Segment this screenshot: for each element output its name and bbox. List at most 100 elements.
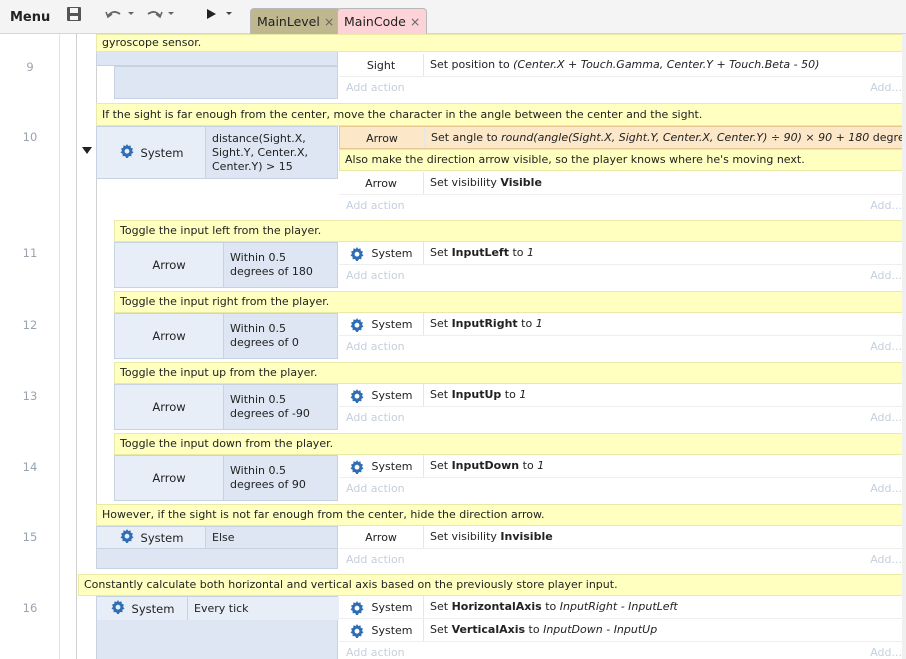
add-action-row[interactable]: Add action Add... [339, 407, 906, 430]
tab-mainlevel[interactable]: MainLevel × [250, 8, 342, 34]
add-action-row[interactable]: Add action Add... [339, 336, 906, 359]
gear-icon [350, 623, 364, 638]
condition-text: Within 0.5 degrees of -90 [230, 393, 310, 420]
add-more-button[interactable]: Add... [870, 478, 902, 500]
action-row[interactable]: System Set InputLeft to 1 [339, 242, 906, 265]
action-text: Set visibility Visible [430, 176, 542, 189]
line-number: 12 [22, 318, 38, 332]
action-row[interactable]: System Set InputDown to 1 [339, 455, 906, 478]
add-more-button[interactable]: Add... [870, 549, 902, 571]
gear-icon [110, 599, 126, 618]
collapse-caret-icon[interactable] [82, 147, 92, 154]
action-row[interactable]: Sight Set position to (Center.X + Touch.… [339, 54, 906, 77]
add-action-button[interactable]: Add action [346, 478, 405, 500]
action-object: System [339, 619, 424, 641]
action-row[interactable]: Arrow Set visibility Visible [339, 172, 906, 195]
add-more-button[interactable]: Add... [870, 195, 902, 217]
condition-text: distance(Sight.X, Sight.Y, Center.X, Cen… [212, 131, 309, 173]
action-row[interactable]: System Set VerticalAxis to InputDown - I… [339, 619, 906, 642]
action-object: System [339, 596, 424, 618]
line-number: 13 [22, 389, 38, 403]
condition-block [114, 66, 338, 99]
condition-block[interactable] [96, 52, 338, 66]
add-more-button[interactable]: Add... [870, 77, 902, 99]
condition-block[interactable]: Arrow Within 0.5 degrees of 0 [114, 313, 338, 359]
condition-object: Arrow [115, 385, 224, 429]
condition-block[interactable]: System Every tick [96, 596, 339, 659]
add-action-row[interactable]: Add action Add... [339, 77, 906, 100]
menu-button[interactable]: Menu [6, 6, 54, 30]
add-more-button[interactable]: Add... [870, 336, 902, 358]
condition-object: Arrow [115, 314, 224, 358]
add-action-row[interactable]: Add action Add... [339, 549, 906, 572]
line-number: 9 [26, 60, 34, 74]
add-action-row[interactable]: Add action Add... [339, 478, 906, 501]
action-row[interactable]: System Set InputUp to 1 [339, 384, 906, 407]
event-comment[interactable]: Constantly calculate both horizontal and… [78, 574, 906, 596]
event-comment[interactable]: gyroscope sensor. [96, 34, 906, 52]
condition-block[interactable]: Arrow Within 0.5 degrees of 90 [114, 455, 338, 501]
event-comment[interactable]: Toggle the input up from the player. [114, 362, 906, 384]
condition-block[interactable]: Arrow Within 0.5 degrees of 180 [114, 242, 338, 288]
action-text: Set HorizontalAxis to InputRight - Input… [430, 600, 678, 613]
condition-text: Every tick [188, 597, 339, 620]
redo-icon[interactable] [144, 6, 176, 30]
close-icon[interactable]: × [324, 14, 334, 29]
add-action-button[interactable]: Add action [346, 642, 405, 659]
action-comment[interactable]: Also make the direction arrow visible, s… [339, 149, 906, 171]
close-icon[interactable]: × [410, 14, 420, 29]
condition-object-name: System [140, 145, 184, 160]
action-row[interactable]: System Set HorizontalAxis to InputRight … [339, 596, 906, 619]
condition-block[interactable]: System Else [96, 526, 338, 549]
gear-icon [350, 246, 364, 261]
action-row[interactable]: System Set InputRight to 1 [339, 313, 906, 336]
add-action-row[interactable]: Add action Add... [339, 265, 906, 288]
line-gutter [0, 34, 60, 659]
add-action-row[interactable]: Add action Add... [339, 642, 906, 659]
add-action-row[interactable]: Add action Add... [339, 195, 906, 218]
add-action-button[interactable]: Add action [346, 265, 405, 287]
add-more-button[interactable]: Add... [870, 642, 902, 659]
event-comment[interactable]: If the sight is far enough from the cent… [96, 103, 906, 126]
add-action-button[interactable]: Add action [346, 77, 405, 99]
action-text: Set InputDown to 1 [430, 459, 545, 472]
action-object: System [339, 313, 424, 335]
condition-text: Else [212, 530, 235, 544]
line-number: 11 [22, 246, 38, 260]
toolbar: Menu MainLevel × MainCode × [0, 0, 906, 34]
scrollbar[interactable] [902, 34, 906, 659]
tab-label: MainCode [344, 14, 406, 29]
line-number: 16 [22, 601, 38, 615]
event-comment[interactable]: Toggle the input down from the player. [114, 433, 906, 455]
undo-icon[interactable] [104, 6, 136, 30]
play-icon[interactable] [204, 6, 236, 30]
tab-label: MainLevel [257, 14, 320, 29]
save-icon[interactable] [66, 6, 82, 30]
gear-icon [350, 388, 364, 403]
add-action-button[interactable]: Add action [346, 549, 405, 571]
action-row[interactable]: Arrow Set visibility Invisible [339, 526, 906, 549]
condition-block[interactable]: System distance(Sight.X, Sight.Y, Center… [96, 126, 338, 179]
action-object: Sight [339, 54, 424, 76]
action-text: Set angle to round(angle(Sight.X, Sight.… [431, 131, 905, 144]
add-action-button[interactable]: Add action [346, 336, 405, 358]
tab-maincode[interactable]: MainCode × [337, 8, 428, 34]
event-comment[interactable]: Toggle the input left from the player. [114, 220, 906, 242]
line-number: 10 [22, 130, 38, 144]
condition-block [96, 549, 338, 569]
action-object: Arrow [340, 127, 425, 148]
gear-icon [119, 528, 135, 547]
add-more-button[interactable]: Add... [870, 407, 902, 429]
event-comment[interactable]: Toggle the input right from the player. [114, 291, 906, 313]
add-more-button[interactable]: Add... [870, 265, 902, 287]
gear-icon [350, 317, 364, 332]
condition-object: Arrow [115, 243, 224, 287]
condition-text: Within 0.5 degrees of 90 [230, 464, 306, 491]
action-row-selected[interactable]: Arrow Set angle to round(angle(Sight.X, … [339, 126, 906, 149]
condition-object: System [97, 597, 188, 620]
add-action-button[interactable]: Add action [346, 195, 405, 217]
condition-block[interactable]: Arrow Within 0.5 degrees of -90 [114, 384, 338, 430]
add-action-button[interactable]: Add action [346, 407, 405, 429]
event-comment[interactable]: However, if the sight is not far enough … [96, 504, 906, 526]
condition-object: System [97, 127, 206, 178]
